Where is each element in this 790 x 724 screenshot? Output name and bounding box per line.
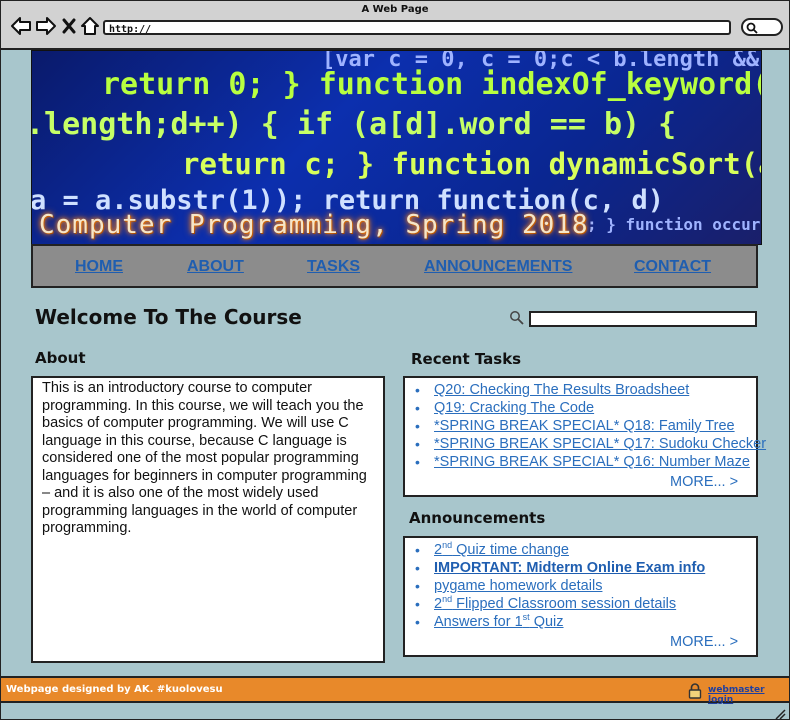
task-link[interactable]: Q19: Cracking The Code [434,400,594,416]
announcement-link[interactable]: 2nd Quiz time change [434,540,569,558]
announcement-text: Flipped Classroom session details [452,596,677,612]
bullet: • [415,454,420,470]
course-title: Computer Programming, Spring 2018 [39,210,589,240]
announcement-text: Quiz time change [452,542,569,558]
announcement-text: IMPORTANT: Midterm Online Exam info [434,560,706,576]
back-arrow-icon[interactable] [10,15,32,37]
window-title: A Web Page [361,4,429,15]
banner-code-line: ; } function occurrences [587,215,761,234]
announcements-more-link[interactable]: MORE... > [670,634,738,650]
nav-home[interactable]: HOME [75,258,123,276]
list-item: • Q20: Checking The Results Broadsheet [415,382,766,400]
announcement-text: 2 [434,596,443,612]
announcements-heading: Announcements [409,509,546,527]
resize-grip-icon[interactable] [773,705,787,724]
ordinal-suffix: st [522,612,530,623]
announcement-text: pygame homework details [434,578,603,594]
bullet: • [415,614,420,630]
list-item: • Answers for 1st Quiz [415,612,705,632]
ordinal-suffix: nd [442,594,453,605]
list-item: • *SPRING BREAK SPECIAL* Q16: Number Maze [415,454,766,472]
announcements-list: • 2nd Quiz time change • IMPORTANT: Midter… [415,540,705,632]
search-icon [509,310,525,330]
recent-tasks-list: • Q20: Checking The Results Broadsheet • Q… [415,382,766,472]
bullet: • [415,418,420,434]
announcement-link[interactable]: 2nd Flipped Classroom session details [434,594,677,612]
list-item: • 2nd Flipped Classroom session details [415,594,705,614]
announcement-text: Quiz [529,614,564,630]
list-item: • pygame homework details [415,578,705,596]
nav-announcements[interactable]: ANNOUNCEMENTS [424,258,572,276]
list-item: • *SPRING BREAK SPECIAL* Q18: Family Tree [415,418,766,436]
page-title: Welcome To The Course [35,305,302,329]
list-item: • 2nd Quiz time change [415,540,705,560]
list-item: • *SPRING BREAK SPECIAL* Q17: Sudoku Chec… [415,436,766,454]
home-icon[interactable] [80,15,102,37]
bullet: • [415,400,420,416]
webmaster-login-link[interactable]: webmaster login [708,685,789,705]
banner-code-line: return c; } function dynamicSort(a) { [182,147,761,181]
announcement-link[interactable]: Answers for 1st Quiz [434,612,564,630]
nav-tasks[interactable]: TASKS [307,258,360,276]
browser-search-field[interactable] [741,18,783,36]
tasks-more-link[interactable]: MORE... > [670,474,738,490]
task-link[interactable]: *SPRING BREAK SPECIAL* Q17: Sudoku Check… [434,436,766,452]
browser-chrome: A Web Page http:// [1,1,789,50]
task-link[interactable]: *SPRING BREAK SPECIAL* Q16: Number Maze [434,454,750,470]
list-item: • Q19: Cracking The Code [415,400,766,418]
page-footer: Webpage designed by AK. #kuolovesu webma… [1,676,789,705]
lock-icon [688,683,702,703]
bullet: • [415,596,420,612]
announcement-text: Answers for 1 [434,614,523,630]
bullet: • [415,578,420,594]
nav-about[interactable]: ABOUT [187,258,244,276]
address-bar[interactable]: http:// [103,20,731,35]
browser-window: A Web Page http:// [var c = 0, c = 0;c <… [0,0,790,720]
about-heading: About [35,349,86,367]
announcement-text: 2 [434,542,443,558]
about-text: This is an introductory course to comput… [42,380,367,536]
ordinal-suffix: nd [442,540,453,551]
banner-code-line: .length;d++) { if (a[d].word == b) { [31,107,677,142]
main-navigation: HOME ABOUT TASKS ANNOUNCEMENTS CONTACT [31,244,758,288]
bullet: • [415,382,420,398]
forward-arrow-icon[interactable] [35,15,57,37]
bullet: • [415,560,420,576]
announcement-link[interactable]: IMPORTANT: Midterm Online Exam info [434,560,705,576]
footer-credit: Webpage designed by AK. #kuolovesu [6,684,223,695]
nav-contact[interactable]: CONTACT [634,258,711,276]
announcement-link[interactable]: pygame homework details [434,578,602,594]
recent-tasks-heading: Recent Tasks [411,350,522,368]
list-item: • IMPORTANT: Midterm Online Exam info [415,560,705,578]
banner-code-line: return 0; } function indexOf_keyword(a, … [102,67,761,102]
task-link[interactable]: *SPRING BREAK SPECIAL* Q18: Family Tree [434,418,735,434]
task-link[interactable]: Q20: Checking The Results Broadsheet [434,382,689,398]
bullet: • [415,542,420,558]
search-icon [746,22,758,34]
search-input[interactable] [529,311,757,327]
bullet: • [415,436,420,452]
